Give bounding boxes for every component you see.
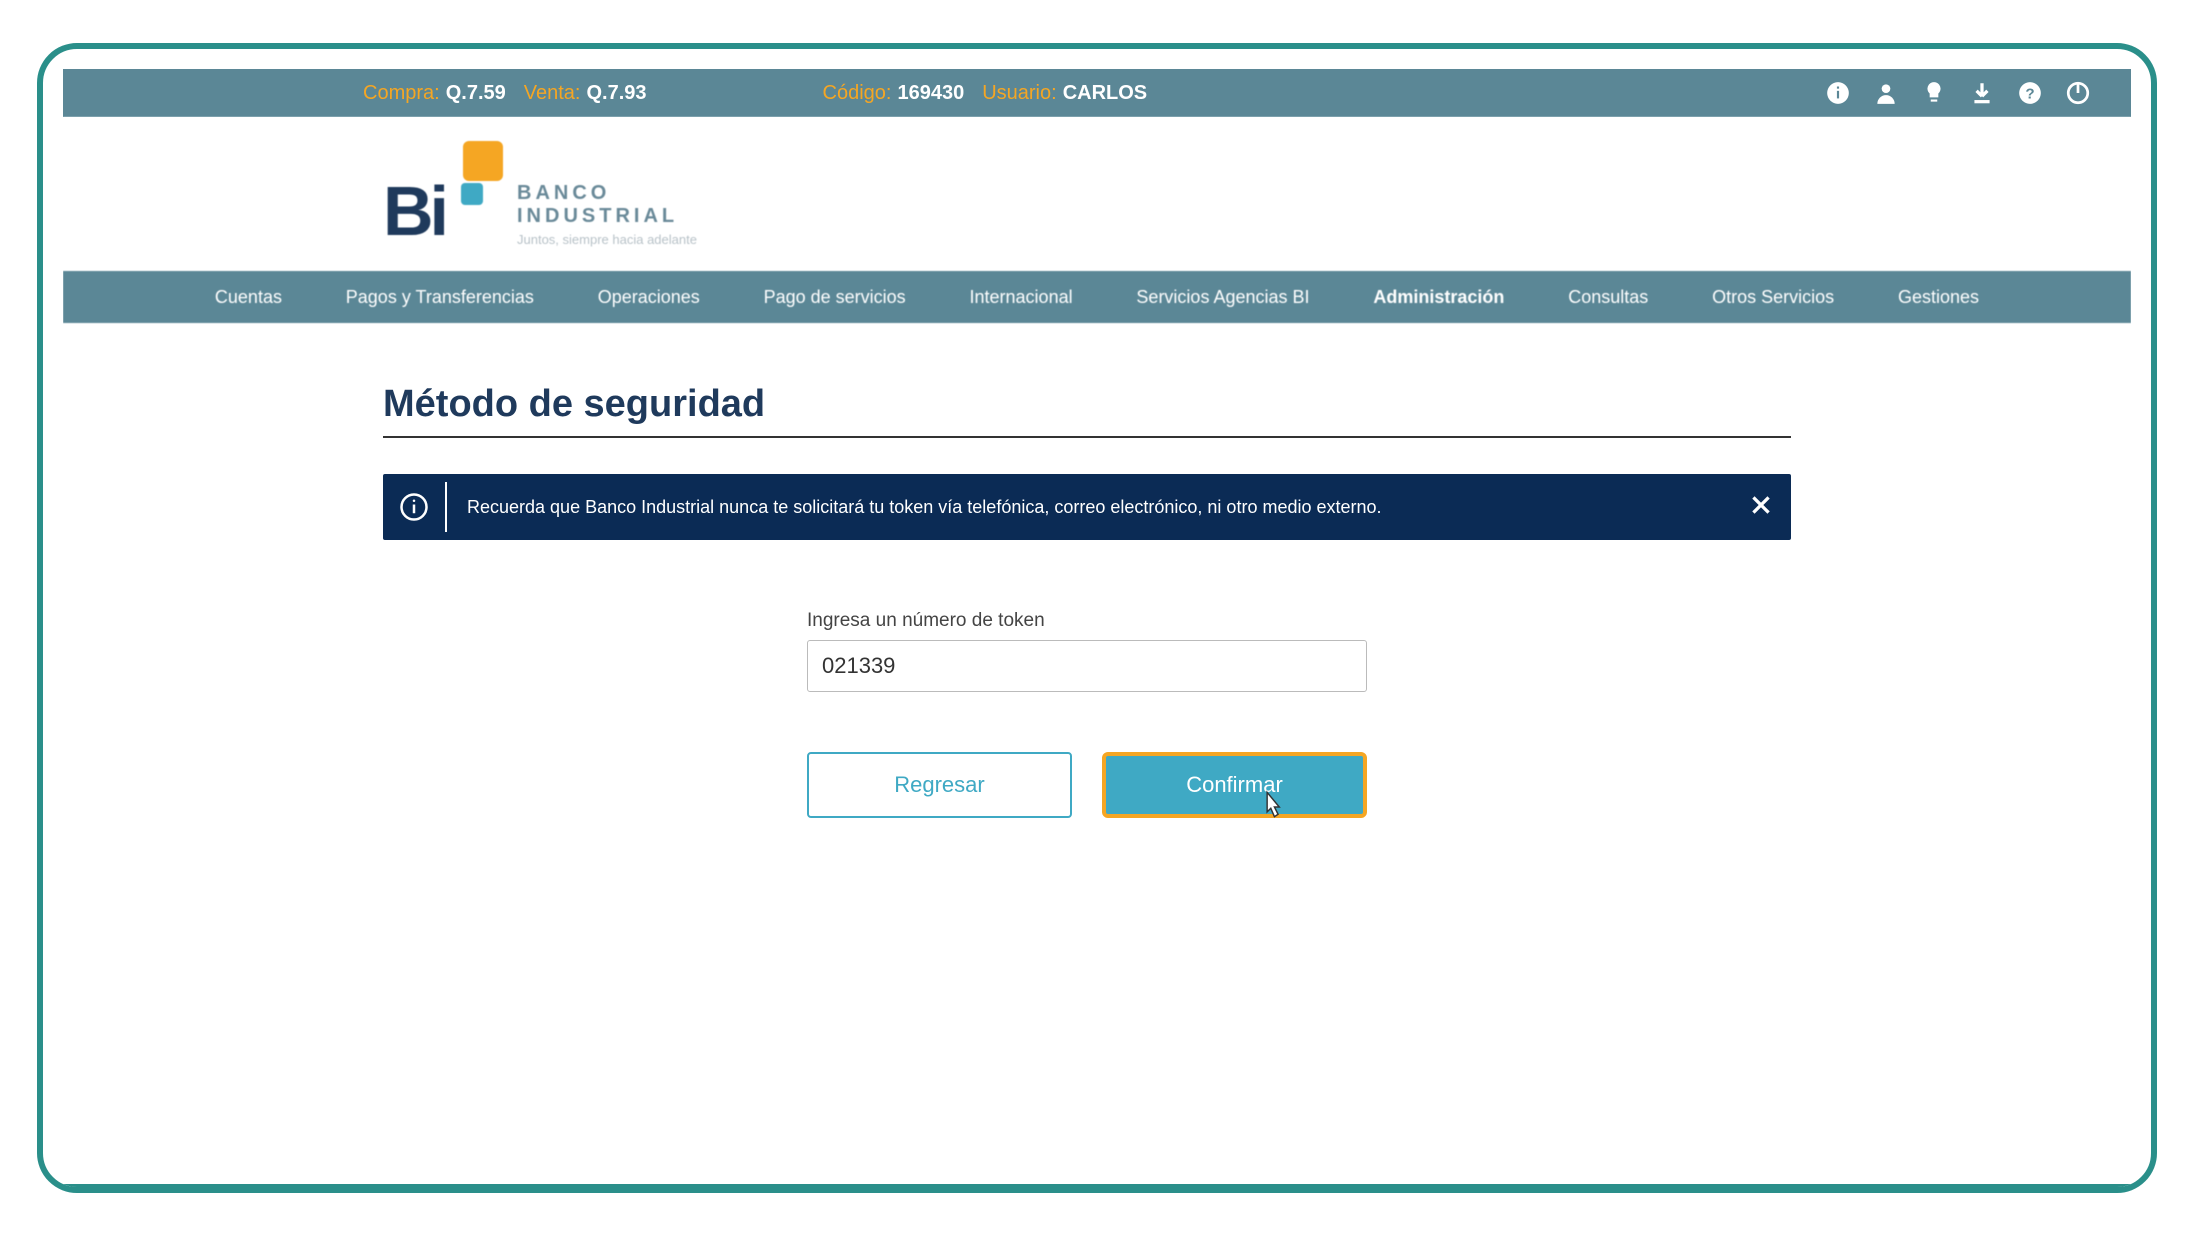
usuario-label: Usuario: — [982, 82, 1056, 105]
usuario-value: CARLOS — [1063, 82, 1147, 105]
venta-pair: Venta: Q.7.93 — [524, 82, 647, 105]
codigo-label: Código: — [823, 82, 892, 105]
token-label: Ingresa un número de token — [807, 610, 1367, 632]
logo[interactable]: Bi BANCO INDUSTRIAL Juntos, siempre haci… — [383, 141, 2131, 251]
nav-operaciones[interactable]: Operaciones — [588, 281, 710, 314]
security-alert: Recuerda que Banco Industrial nunca te s… — [383, 474, 1791, 540]
page-title: Método de seguridad — [383, 383, 1791, 438]
logo-square-orange-icon — [463, 141, 503, 181]
compra-label: Compra: — [363, 82, 440, 105]
logo-line2: INDUSTRIAL — [517, 205, 697, 228]
user-icon[interactable] — [1873, 80, 1899, 106]
alert-close-button[interactable] — [1731, 492, 1791, 523]
svg-text:?: ? — [2025, 85, 2034, 102]
codigo-pair: Código: 169430 — [823, 82, 965, 105]
logo-square-teal-icon — [461, 183, 483, 205]
top-bar-left: Compra: Q.7.59 Venta: Q.7.93 Código: 169… — [363, 82, 1147, 105]
confirm-button-wrap: Confirmar — [1102, 752, 1367, 818]
compra-value: Q.7.59 — [446, 82, 506, 105]
button-row: Regresar Confirmar — [807, 752, 1367, 818]
nav-cuentas[interactable]: Cuentas — [205, 281, 292, 314]
logo-bi-text: Bi — [383, 171, 445, 251]
logo-band: Bi BANCO INDUSTRIAL Juntos, siempre haci… — [63, 117, 2131, 271]
top-bar-icons: ? — [1825, 80, 2091, 106]
logo-text: BANCO INDUSTRIAL Juntos, siempre hacia a… — [517, 182, 697, 247]
logo-mark: Bi — [383, 141, 503, 251]
back-button-label: Regresar — [894, 772, 984, 798]
main-content: Método de seguridad Recuerda que Banco I… — [63, 323, 2131, 818]
alert-text: Recuerda que Banco Industrial nunca te s… — [447, 497, 1731, 518]
token-input[interactable] — [807, 640, 1367, 692]
nav-consultas[interactable]: Consultas — [1558, 281, 1658, 314]
compra-pair: Compra: Q.7.59 — [363, 82, 506, 105]
token-form: Ingresa un número de token Regresar Conf… — [383, 610, 1791, 818]
logo-tagline: Juntos, siempre hacia adelante — [517, 232, 697, 247]
alert-info-icon — [383, 482, 447, 532]
nav-pago-servicios[interactable]: Pago de servicios — [754, 281, 916, 314]
laptop-frame: Compra: Q.7.59 Venta: Q.7.93 Código: 169… — [37, 43, 2157, 1193]
confirm-button[interactable]: Confirmar — [1102, 752, 1367, 818]
token-field-block: Ingresa un número de token — [807, 610, 1367, 692]
laptop-base — [37, 1184, 2157, 1193]
power-icon[interactable] — [2065, 80, 2091, 106]
venta-value: Q.7.93 — [586, 82, 646, 105]
venta-label: Venta: — [524, 82, 581, 105]
codigo-value: 169430 — [897, 82, 964, 105]
confirm-button-label: Confirmar — [1186, 772, 1283, 798]
bulb-icon[interactable] — [1921, 80, 1947, 106]
info-icon[interactable] — [1825, 80, 1851, 106]
nav-otros-servicios[interactable]: Otros Servicios — [1702, 281, 1844, 314]
back-button[interactable]: Regresar — [807, 752, 1072, 818]
main-nav: Cuentas Pagos y Transferencias Operacion… — [63, 271, 2131, 323]
close-icon — [1748, 505, 1774, 522]
nav-pagos-transferencias[interactable]: Pagos y Transferencias — [336, 281, 544, 314]
help-icon[interactable]: ? — [2017, 80, 2043, 106]
top-bar: Compra: Q.7.59 Venta: Q.7.93 Código: 169… — [63, 69, 2131, 117]
download-icon[interactable] — [1969, 80, 1995, 106]
logo-line1: BANCO — [517, 182, 697, 205]
app-screen: Compra: Q.7.59 Venta: Q.7.93 Código: 169… — [63, 69, 2131, 1167]
nav-gestiones[interactable]: Gestiones — [1888, 281, 1989, 314]
nav-internacional[interactable]: Internacional — [960, 281, 1083, 314]
nav-servicios-agencias[interactable]: Servicios Agencias BI — [1126, 281, 1319, 314]
nav-administracion[interactable]: Administración — [1363, 281, 1514, 314]
usuario-pair: Usuario: CARLOS — [982, 82, 1147, 105]
